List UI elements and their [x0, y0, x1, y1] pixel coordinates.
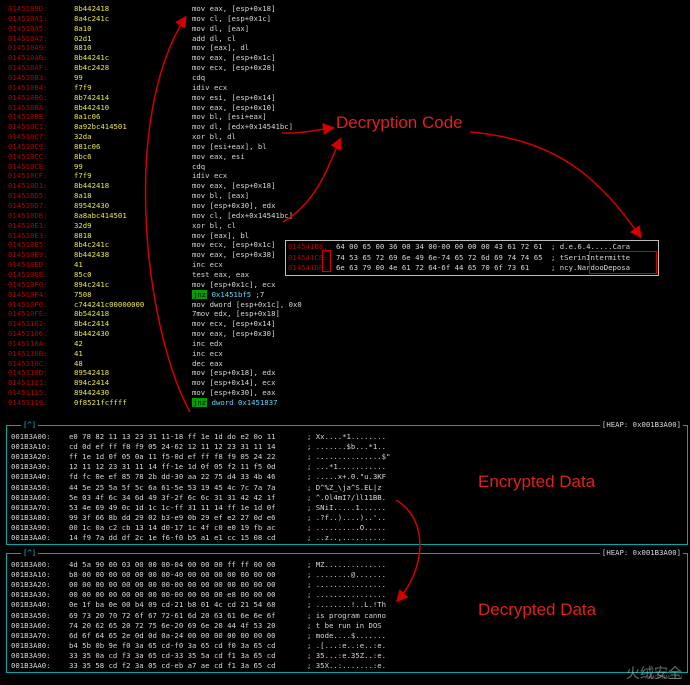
- arrow-to-label-1: [281, 123, 335, 136]
- arrow-to-label-2: [282, 137, 342, 223]
- arrow-encrypted-to-decrypted: [395, 499, 421, 603]
- annotation-arrows: [144, 15, 642, 603]
- arrow-to-key-table: [469, 131, 642, 239]
- watermark-sub: HUORONG.CN: [646, 674, 682, 681]
- arrow-loop-back: [144, 15, 191, 413]
